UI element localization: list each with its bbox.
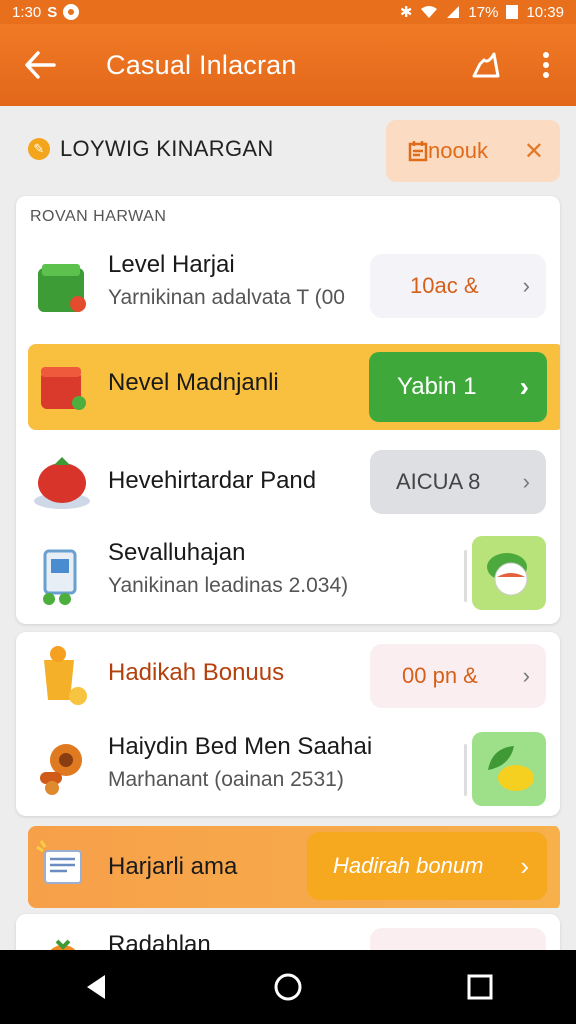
juice-cup-icon bbox=[30, 642, 96, 708]
section-header: ROVAN HARWAN bbox=[30, 208, 167, 225]
orange-whistle-icon bbox=[30, 734, 96, 800]
chevron-right-icon: › bbox=[522, 273, 530, 298]
back-arrow-icon bbox=[25, 51, 56, 79]
square-recents-icon bbox=[467, 974, 493, 1000]
promo-button-label: Hadirah bonum bbox=[333, 853, 484, 878]
coin-icon: ✎ bbox=[28, 138, 50, 160]
green-box-icon bbox=[30, 256, 96, 322]
more-vert-icon bbox=[543, 52, 549, 78]
bonus-pill-label: 00 pn & bbox=[402, 663, 478, 688]
item-title: Hadikah Bonuus bbox=[108, 659, 285, 686]
divider bbox=[464, 550, 467, 602]
chevron-right-icon: › bbox=[522, 663, 530, 688]
status-pill[interactable]: AICUA 8 › bbox=[370, 450, 546, 514]
list-item[interactable]: Haiydin Bed Men Saahai Marhanant (oainan… bbox=[16, 728, 560, 814]
chevron-right-icon: › bbox=[519, 371, 529, 402]
bonus-card: Hadikah Bonuus 00 pn & › Haiydin Bed Men… bbox=[16, 632, 560, 816]
notification-icon: S bbox=[47, 3, 58, 21]
bonus-pill[interactable]: 00 pn & › bbox=[370, 644, 546, 708]
reward-pill[interactable]: 10ac & › bbox=[370, 254, 546, 318]
app-notification-icon bbox=[63, 4, 80, 20]
share-button[interactable] bbox=[456, 24, 516, 106]
filter-label-text: LOYWIG KINARGAN bbox=[60, 136, 274, 161]
reward-pill-label: 10ac & bbox=[410, 273, 479, 298]
page-title: Casual Inlacran bbox=[106, 49, 297, 80]
lemon-thumbnail[interactable] bbox=[472, 732, 546, 806]
close-icon[interactable]: ✕ bbox=[524, 137, 544, 166]
nav-home-button[interactable] bbox=[248, 950, 328, 1024]
nav-recents-button[interactable] bbox=[440, 950, 520, 1024]
battery-icon bbox=[506, 5, 519, 19]
calendar-icon bbox=[408, 141, 428, 162]
device-icon bbox=[30, 544, 96, 610]
item-title: Level Harjai bbox=[108, 251, 235, 278]
item-subtitle: Yarnikinan adalvata T (00 bbox=[108, 286, 345, 309]
filter-row: ✎ LOYWIG KINARGAN noouk ✕ bbox=[0, 110, 576, 190]
list-item[interactable]: Level Harjai Yarnikinan adalvata T (00 1… bbox=[16, 248, 560, 334]
red-gift-icon bbox=[30, 354, 96, 420]
chevron-right-icon: › bbox=[522, 469, 530, 494]
rewards-card: ROVAN HARWAN Level Harjai Yarnikinan ada… bbox=[16, 196, 560, 624]
item-title: Sevalluhajan bbox=[108, 539, 246, 566]
wifi-icon bbox=[421, 6, 438, 18]
chevron-right-icon: › bbox=[520, 850, 529, 881]
filter-chip[interactable]: noouk ✕ bbox=[386, 120, 560, 182]
status-pill-label: AICUA 8 bbox=[396, 469, 481, 494]
item-title: Haiydin Bed Men Saahai bbox=[108, 733, 373, 760]
promo-card: Harjarli ama Hadirah bonum › bbox=[16, 824, 560, 912]
status-bar: 1:30 S ✱ 17% 10:39 bbox=[0, 0, 576, 24]
claim-button-label: Yabin 1 bbox=[397, 373, 477, 400]
status-clock: 10:39 bbox=[526, 3, 564, 21]
promo-title: Harjarli ama bbox=[108, 853, 238, 880]
list-item[interactable]: Sevalluhajan Yanikinan leadinas 2.034) bbox=[16, 532, 560, 618]
item-subtitle: Yanikinan leadinas 2.034) bbox=[108, 574, 349, 597]
item-subtitle: Marhanant (oainan 2531) bbox=[108, 768, 344, 791]
more-menu-button[interactable] bbox=[516, 24, 576, 106]
bluetooth-icon: ✱ bbox=[399, 4, 413, 21]
item-title: Nevel Madnjanli bbox=[108, 369, 279, 396]
app-bar: Casual Inlacran bbox=[0, 24, 576, 106]
promo-button[interactable]: Hadirah bonum › bbox=[307, 832, 547, 900]
battery-percent: 17% bbox=[468, 3, 499, 21]
list-item-highlighted[interactable]: Nevel Madnjanli Yabin 1 › bbox=[16, 344, 560, 430]
signal-icon bbox=[447, 6, 460, 18]
filter-chip-label: noouk bbox=[428, 138, 488, 163]
triangle-back-icon bbox=[87, 975, 105, 999]
claim-button[interactable]: Yabin 1 › bbox=[369, 352, 547, 422]
egg-thumbnail[interactable] bbox=[472, 536, 546, 610]
status-time: 1:30 bbox=[12, 3, 42, 21]
system-nav-bar bbox=[0, 950, 576, 1024]
item-title: Hevehirtardar Pand bbox=[108, 467, 317, 494]
circle-home-icon bbox=[274, 973, 302, 1001]
nav-back-button[interactable] bbox=[56, 950, 136, 1024]
promo-row[interactable]: Harjarli ama Hadirah bonum › bbox=[16, 826, 560, 908]
list-item[interactable]: Hadikah Bonuus 00 pn & › bbox=[16, 634, 560, 714]
strawberry-icon bbox=[30, 450, 96, 516]
filter-label: ✎ LOYWIG KINARGAN bbox=[28, 136, 274, 162]
list-item[interactable]: Hevehirtardar Pand AICUA 8 › bbox=[16, 440, 560, 526]
back-button[interactable] bbox=[0, 24, 80, 106]
share-icon bbox=[472, 52, 500, 78]
newspaper-icon bbox=[30, 834, 96, 900]
divider bbox=[464, 744, 467, 796]
